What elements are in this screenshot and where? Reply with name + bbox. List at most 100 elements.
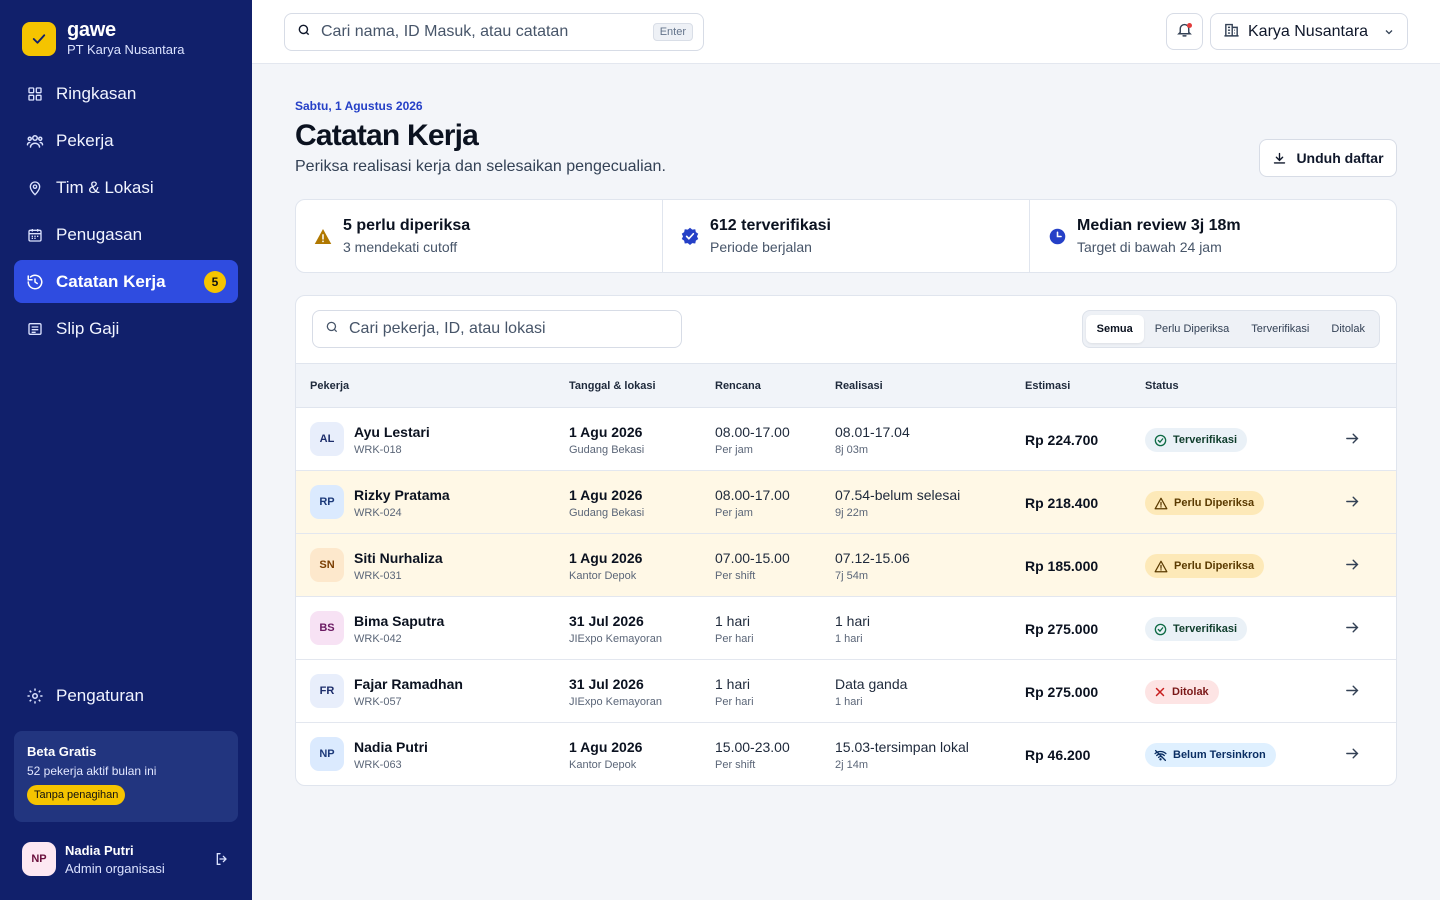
calendar-icon (26, 226, 44, 244)
sidebar-item-penugasan[interactable]: Penugasan (14, 213, 238, 256)
notification-button[interactable] (1166, 13, 1203, 50)
log-date: 1 Agu 2026 (569, 487, 643, 503)
settings-label: Pengaturan (56, 686, 144, 705)
download-list-button[interactable]: Unduh daftar (1259, 139, 1397, 177)
clock-icon (1048, 227, 1066, 245)
gear-icon (26, 687, 44, 705)
avatar: FR (310, 674, 344, 708)
stat-needs-review: 5 perlu diperiksa 3 mendekati cutoff (296, 200, 663, 272)
brand-org: PT Karya Nusantara (67, 42, 185, 57)
filter-ditolak[interactable]: Ditolak (1320, 315, 1376, 343)
user-profile[interactable]: NP Nadia Putri Admin organisasi (22, 842, 238, 876)
log-date: 1 Agu 2026 (569, 739, 643, 755)
actual-duration: 8j 03m (835, 444, 869, 456)
sidebar-item-slip-gaji[interactable]: Slip Gaji (14, 307, 238, 350)
sidebar-item-catatan-kerja[interactable]: Catatan Kerja 5 (14, 260, 238, 303)
org-selector[interactable]: Karya Nusantara (1210, 13, 1408, 50)
x-icon (1154, 686, 1166, 698)
col-date-location[interactable]: Tanggal & lokasi (569, 380, 656, 392)
status-badge: Ditolak (1145, 680, 1219, 704)
logout-icon[interactable] (214, 851, 230, 872)
col-estimate[interactable]: Estimasi (1025, 380, 1070, 392)
actual-time: Data ganda (835, 676, 908, 692)
global-search[interactable]: Enter (284, 13, 704, 51)
grid-icon (26, 85, 44, 103)
col-worker[interactable]: Pekerja (310, 380, 349, 392)
search-icon (325, 320, 339, 339)
page-title: Catatan Kerja (295, 119, 479, 152)
worker-id: WRK-018 (354, 444, 402, 456)
estimate-amount: Rp 218.400 (1025, 495, 1099, 511)
worker-id: WRK-042 (354, 633, 402, 645)
beta-subtitle: 52 pekerja aktif bulan ini (27, 764, 157, 778)
arrow-right-icon[interactable] (1344, 745, 1361, 762)
worker-id: WRK-031 (354, 570, 402, 582)
avatar: NP (22, 842, 56, 876)
beta-title: Beta Gratis (27, 744, 97, 759)
table-search-input[interactable] (349, 320, 659, 338)
sidebar-item-label: Penugasan (56, 224, 143, 244)
avatar: NP (310, 737, 344, 771)
topbar: Enter Karya Nusantara (252, 0, 1440, 64)
search-icon (297, 23, 311, 42)
notification-dot (1187, 23, 1192, 28)
arrow-right-icon[interactable] (1344, 493, 1361, 510)
table-row[interactable]: RP Rizky Pratama WRK-024 1 Agu 2026 Guda… (296, 471, 1396, 534)
worker-id: WRK-024 (354, 507, 402, 519)
count-badge: 5 (204, 271, 226, 293)
col-actual[interactable]: Realisasi (835, 380, 883, 392)
search-input[interactable] (321, 23, 641, 41)
sidebar-item-pekerja[interactable]: Pekerja (14, 119, 238, 162)
status-filter: Semua Perlu Diperiksa Terverifikasi Dito… (1081, 310, 1380, 348)
page-subtitle: Periksa realisasi kerja dan selesaikan p… (295, 158, 666, 175)
plan-time: 08.00-17.00 (715, 487, 790, 503)
table-row[interactable]: FR Fajar Ramadhan WRK-057 31 Jul 2026 JI… (296, 660, 1396, 723)
arrow-right-icon[interactable] (1344, 682, 1361, 699)
avatar: SN (310, 548, 344, 582)
filter-terverifikasi[interactable]: Terverifikasi (1240, 315, 1320, 343)
enter-key-hint: Enter (652, 23, 693, 41)
actual-duration: 7j 54m (835, 570, 869, 582)
status-badge: Perlu Diperiksa (1145, 554, 1265, 578)
table-search[interactable] (312, 310, 682, 348)
actual-time: 08.01-17.04 (835, 424, 910, 440)
plan-type: Per hari (715, 633, 754, 645)
filter-perlu-diperiksa[interactable]: Perlu Diperiksa (1144, 315, 1241, 343)
arrow-right-icon[interactable] (1344, 430, 1361, 447)
check-circle-icon (1154, 623, 1167, 636)
sidebar-item-label: Tim & Lokasi (56, 177, 154, 197)
sidebar-item-label: Ringkasan (56, 83, 137, 103)
col-status[interactable]: Status (1145, 380, 1179, 392)
arrow-right-icon[interactable] (1344, 556, 1361, 573)
status-label: Perlu Diperiksa (1174, 497, 1255, 509)
col-plan[interactable]: Rencana (715, 380, 761, 392)
sidebar-item-pengaturan[interactable]: Pengaturan (26, 686, 144, 706)
log-location: Kantor Depok (569, 570, 637, 582)
table-row[interactable]: AL Ayu Lestari WRK-018 1 Agu 2026 Gudang… (296, 408, 1396, 471)
plan-time: 07.00-15.00 (715, 550, 790, 566)
worker-name: Siti Nurhaliza (354, 550, 443, 566)
brand[interactable]: gawe PT Karya Nusantara (22, 20, 185, 57)
actual-time: 07.54-belum selesai (835, 487, 961, 503)
arrow-right-icon[interactable] (1344, 619, 1361, 636)
chevron-down-icon (1383, 25, 1395, 43)
worker-name: Rizky Pratama (354, 487, 450, 503)
download-icon (1272, 151, 1287, 166)
sidebar-item-tim-lokasi[interactable]: Tim & Lokasi (14, 166, 238, 209)
download-list-label: Unduh daftar (1296, 150, 1384, 166)
filter-semua[interactable]: Semua (1085, 315, 1144, 343)
table-row[interactable]: BS Bima Saputra WRK-042 31 Jul 2026 JIEx… (296, 597, 1396, 660)
status-label: Ditolak (1172, 686, 1209, 698)
table-row[interactable]: SN Siti Nurhaliza WRK-031 1 Agu 2026 Kan… (296, 534, 1396, 597)
check-circle-icon (1154, 434, 1167, 447)
stat-main: 5 perlu diperiksa (343, 217, 471, 234)
table-header: Pekerja Tanggal & lokasi Rencana Realisa… (296, 363, 1396, 408)
log-date: 1 Agu 2026 (569, 424, 643, 440)
status-label: Terverifikasi (1173, 623, 1238, 635)
avatar: BS (310, 611, 344, 645)
table-row[interactable]: NP Nadia Putri WRK-063 1 Agu 2026 Kantor… (296, 723, 1396, 785)
status-badge: Perlu Diperiksa (1145, 491, 1265, 515)
org-selector-label: Karya Nusantara (1248, 22, 1369, 40)
sidebar-item-ringkasan[interactable]: Ringkasan (14, 72, 238, 115)
worker-name: Ayu Lestari (354, 424, 430, 440)
